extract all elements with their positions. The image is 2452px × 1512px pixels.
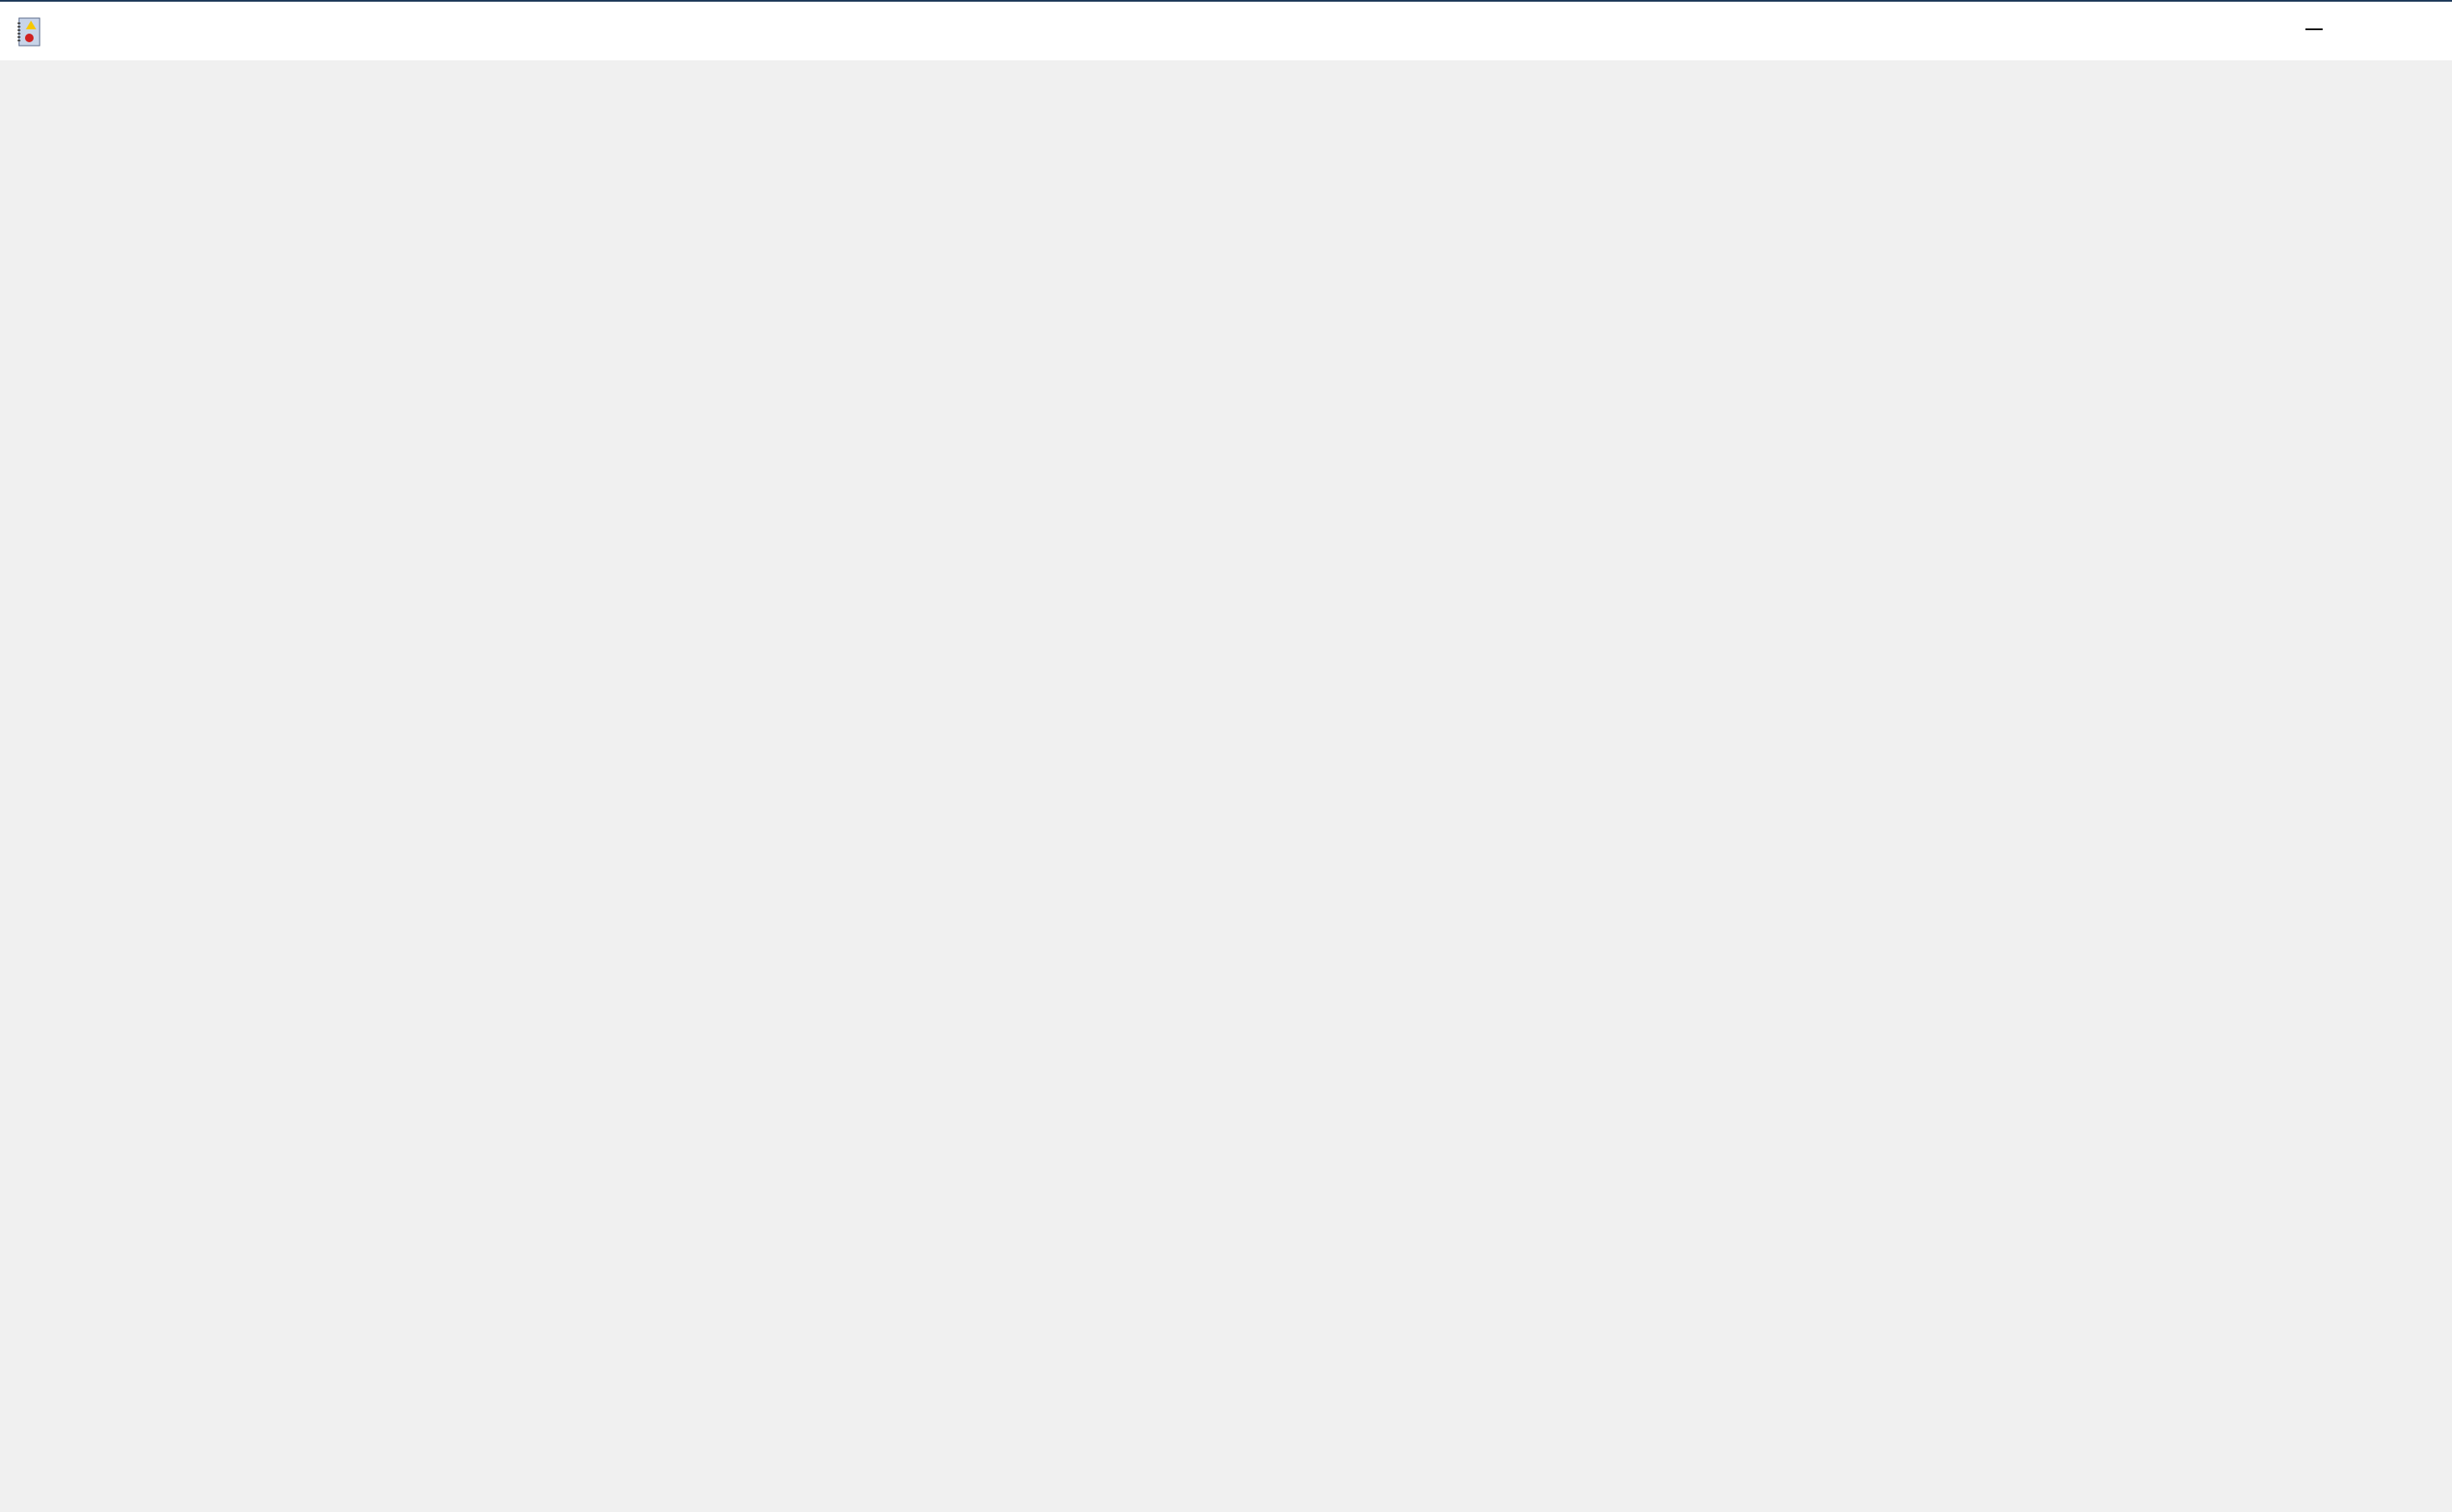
title-bar [0, 0, 2452, 60]
noop [2269, 2, 2359, 60]
event-viewer-app-icon [17, 17, 41, 47]
